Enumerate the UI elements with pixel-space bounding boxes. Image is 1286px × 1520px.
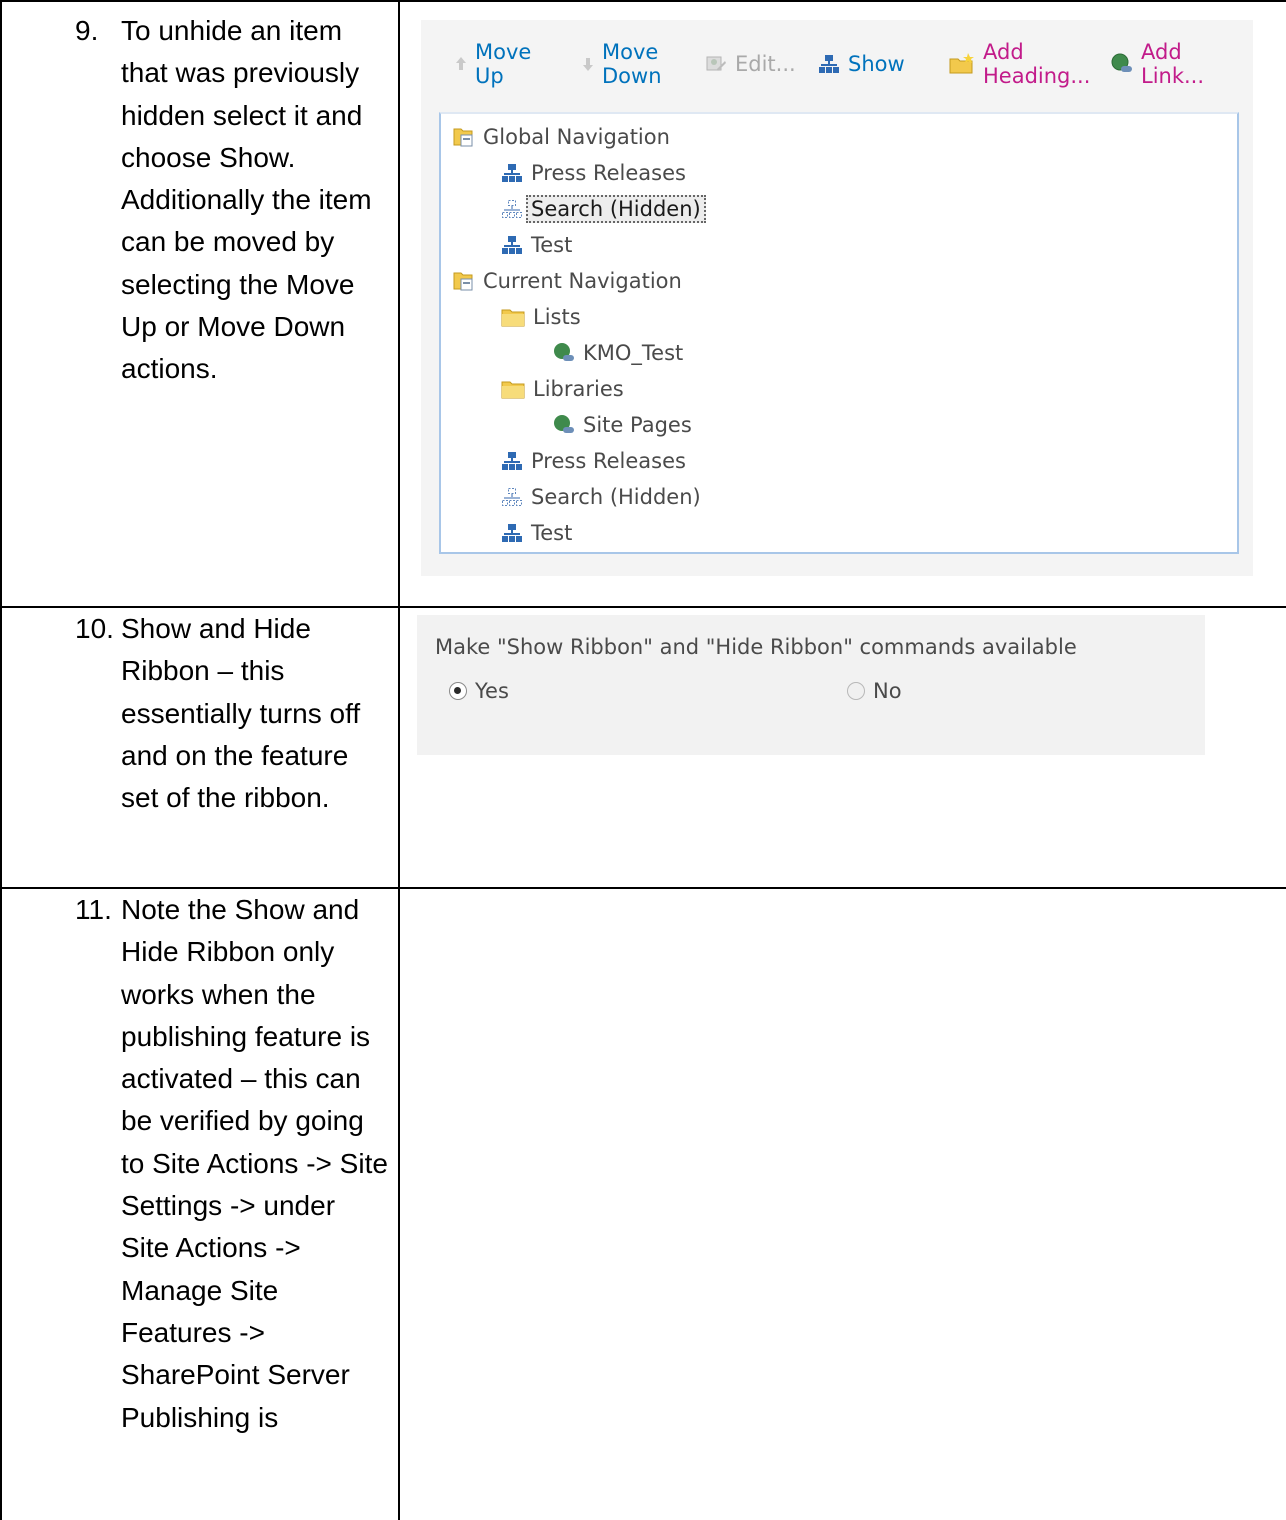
- move-down-button[interactable]: Move Down: [582, 40, 662, 88]
- ribbon-setting-panel: Make "Show Ribbon" and "Hide Ribbon" com…: [417, 615, 1205, 755]
- tree-node-label: KMO_Test: [583, 341, 684, 365]
- edit-button[interactable]: Edit...: [705, 52, 796, 76]
- sitemap-icon: [501, 523, 523, 543]
- move-down-label: Move Down: [602, 40, 662, 88]
- move-up-label: Move Up: [475, 40, 532, 88]
- link-globe-icon: [1111, 53, 1133, 75]
- tree-node-label: Test: [531, 233, 573, 257]
- link-globe-icon: [553, 414, 575, 436]
- tree-node-libraries[interactable]: Libraries: [501, 372, 624, 406]
- tree-node-lists[interactable]: Lists: [501, 300, 581, 334]
- no-radio-label: No: [873, 679, 902, 703]
- tree-node-current-navigation[interactable]: Current Navigation: [453, 264, 682, 298]
- tree-node-press-releases[interactable]: Press Releases: [501, 444, 686, 478]
- sitemap-icon: [501, 163, 523, 183]
- tree-node-label: Site Pages: [583, 413, 692, 437]
- navigation-tree: Global Navigation Press Releases Search …: [439, 112, 1239, 554]
- folder-icon: [501, 307, 525, 327]
- show-button[interactable]: Show: [818, 52, 905, 76]
- hidden-sitemap-icon: [501, 199, 523, 219]
- edit-icon: [705, 54, 727, 74]
- sitemap-icon: [818, 54, 840, 74]
- table-column-divider: [398, 0, 400, 1520]
- ribbon-setting-question: Make "Show Ribbon" and "Hide Ribbon" com…: [435, 635, 1077, 659]
- add-link-label: Add Link...: [1141, 40, 1205, 88]
- tree-node-label: Search (Hidden): [526, 195, 706, 223]
- show-label: Show: [848, 52, 905, 76]
- down-arrow-icon: [582, 56, 594, 72]
- link-globe-icon: [553, 342, 575, 364]
- edit-label: Edit...: [735, 52, 796, 76]
- step-text: Note the Show and Hide Ribbon only works…: [121, 894, 388, 1433]
- tree-node-label: Search (Hidden): [531, 485, 701, 509]
- step-text: To unhide an item that was previously hi…: [121, 15, 372, 385]
- tree-node-label: Press Releases: [531, 449, 686, 473]
- tree-node-test[interactable]: Test: [501, 228, 572, 262]
- navigation-editor-panel: Move Up Move Down Edit... Show Add Headi…: [421, 20, 1253, 576]
- step-text: Show and Hide Ribbon – this essentially …: [121, 613, 361, 814]
- navigation-root-icon: [453, 126, 475, 148]
- tree-node-global-navigation[interactable]: Global Navigation: [453, 120, 670, 154]
- yes-radio-option[interactable]: Yes: [449, 679, 509, 703]
- add-heading-label: Add Heading...: [983, 40, 1091, 88]
- radio-unselected-icon[interactable]: [847, 682, 865, 700]
- step-number: 9.: [75, 15, 99, 46]
- add-link-button[interactable]: Add Link...: [1111, 40, 1204, 88]
- tree-node-label: Global Navigation: [483, 125, 670, 149]
- tree-node-label: Press Releases: [531, 161, 686, 185]
- folder-add-icon: [949, 53, 975, 75]
- yes-radio-label: Yes: [475, 679, 509, 703]
- sitemap-icon: [501, 235, 523, 255]
- tree-node-label: Lists: [533, 305, 581, 329]
- tree-node-test[interactable]: Test: [501, 516, 572, 550]
- tree-node-site-pages[interactable]: Site Pages: [553, 408, 692, 442]
- move-up-button[interactable]: Move Up: [455, 40, 531, 88]
- navigation-toolbar: Move Up Move Down Edit... Show Add Headi…: [439, 32, 1239, 120]
- tree-node-kmo-test[interactable]: KMO_Test: [553, 336, 683, 370]
- no-radio-option[interactable]: No: [847, 679, 902, 703]
- radio-selected-icon[interactable]: [449, 682, 467, 700]
- folder-icon: [501, 379, 525, 399]
- tree-node-search-hidden[interactable]: Search (Hidden): [501, 480, 701, 514]
- navigation-root-icon: [453, 270, 475, 292]
- tree-node-press-releases[interactable]: Press Releases: [501, 156, 686, 190]
- tree-node-label: Libraries: [533, 377, 624, 401]
- table-border-left: [0, 0, 2, 1520]
- sitemap-icon: [501, 451, 523, 471]
- tree-node-label: Test: [531, 521, 573, 545]
- tree-node-search-hidden-selected[interactable]: Search (Hidden): [501, 192, 706, 226]
- up-arrow-icon: [455, 56, 467, 72]
- table-border-top: [0, 0, 1286, 2]
- step-number: 10.: [75, 613, 114, 644]
- step-number: 11.: [75, 894, 112, 925]
- add-heading-button[interactable]: Add Heading...: [949, 40, 1090, 88]
- tree-node-label: Current Navigation: [483, 269, 682, 293]
- hidden-sitemap-icon: [501, 487, 523, 507]
